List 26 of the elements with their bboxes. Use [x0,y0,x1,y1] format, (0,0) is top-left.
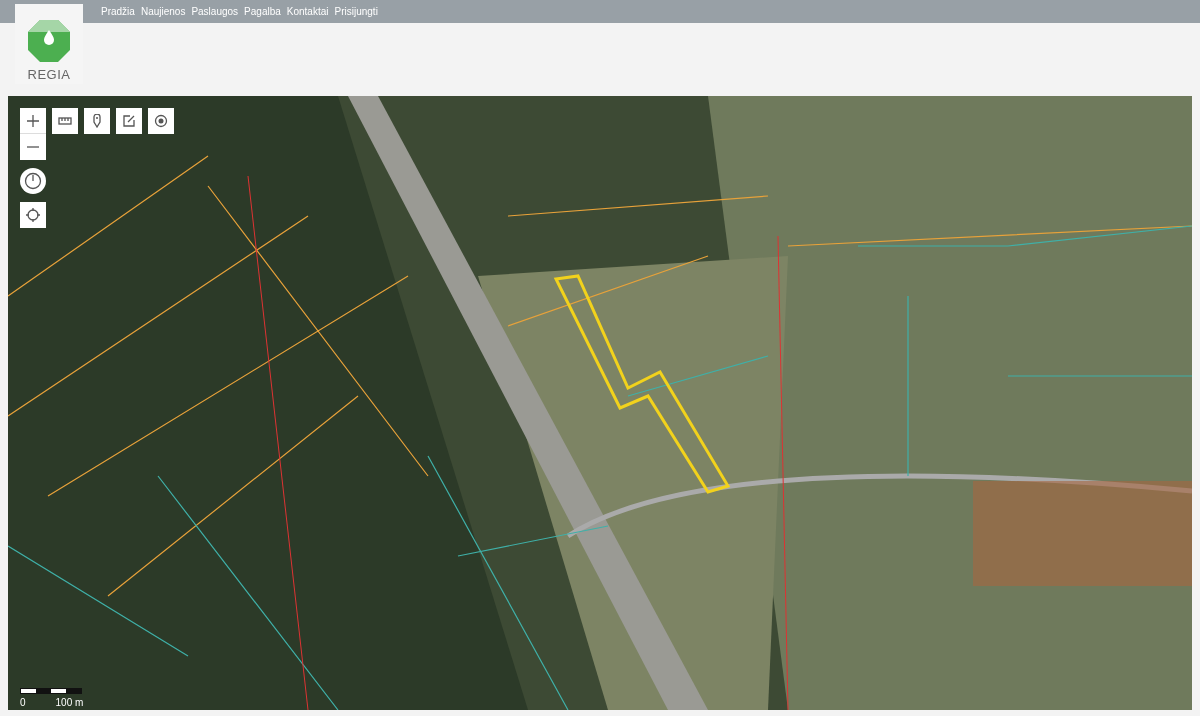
gem-logo-icon [26,18,72,64]
zoom-in-button[interactable] [20,108,46,134]
nav-link[interactable]: Kontaktai [286,6,329,17]
zoom-out-button[interactable] [20,134,46,160]
nav-link[interactable]: Pagalba [244,6,281,17]
pin-icon [92,114,102,128]
crosshair-icon [26,208,40,222]
target-icon [154,114,168,128]
scale-label: 0 [20,697,26,708]
power-icon [24,172,42,190]
plus-icon [26,113,40,128]
minus-icon [26,146,40,148]
map-tool-button[interactable] [116,108,142,134]
locate-button[interactable] [20,202,46,228]
nav-link[interactable]: Prisijungti [334,6,378,17]
edit-icon [122,114,136,128]
nav-link[interactable]: Pradžia [101,6,135,17]
scale-bar [20,688,82,694]
map-tool-button[interactable] [52,108,78,134]
nav-link[interactable]: Paslaugos [191,6,239,17]
map-tool-button[interactable] [148,108,174,134]
scale-label: 100 m [55,697,84,708]
logo-text: REGIA [27,67,71,82]
nav-link[interactable]: Naujienos [140,6,186,17]
ruler-icon [58,116,72,126]
map-tool-button[interactable] [84,108,110,134]
